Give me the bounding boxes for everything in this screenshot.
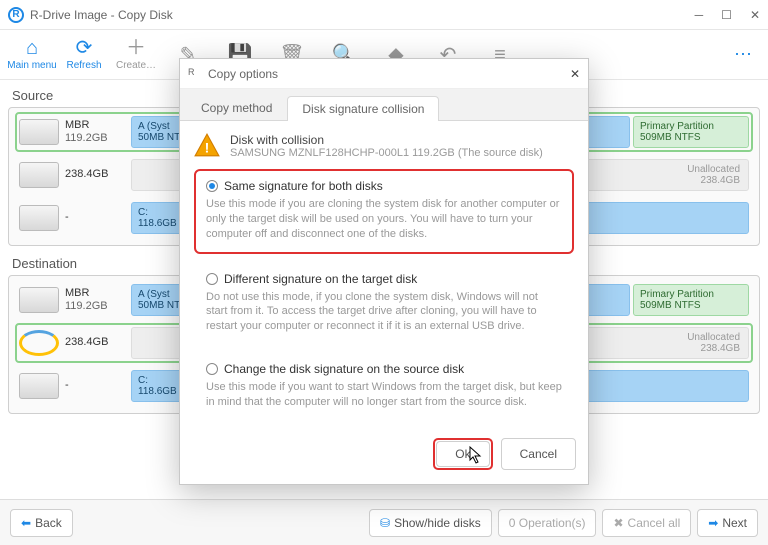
- close-icon[interactable]: ✕: [570, 67, 580, 81]
- option-same-signature[interactable]: Same signature for both disks Use this m…: [194, 169, 574, 254]
- svg-text:!: !: [205, 140, 210, 156]
- warning-subtitle: SAMSUNG MZNLF128HCHP-000L1 119.2GB (The …: [230, 147, 543, 159]
- option-title: Different signature on the target disk: [224, 272, 417, 286]
- warning-icon: !: [194, 133, 220, 157]
- ok-button[interactable]: Ok: [436, 441, 489, 467]
- tab-copy-method[interactable]: Copy method: [186, 95, 287, 120]
- option-different-signature[interactable]: Different signature on the target disk D…: [194, 262, 574, 347]
- dialog-title: Copy options: [208, 67, 278, 81]
- option-desc: Use this mode if you want to start Windo…: [206, 380, 562, 410]
- radio-icon[interactable]: [206, 363, 218, 375]
- tab-signature-collision[interactable]: Disk signature collision: [287, 96, 439, 121]
- option-change-source-signature[interactable]: Change the disk signature on the source …: [194, 352, 574, 422]
- app-icon: R: [188, 67, 202, 81]
- radio-icon[interactable]: [206, 180, 218, 192]
- dialog-tabs: Copy method Disk signature collision: [180, 89, 588, 121]
- copy-options-dialog: R Copy options ✕ Copy method Disk signat…: [179, 58, 589, 485]
- option-desc: Do not use this mode, if you clone the s…: [206, 290, 562, 335]
- option-title: Change the disk signature on the source …: [224, 362, 464, 376]
- cancel-button[interactable]: Cancel: [501, 438, 576, 470]
- modal-backdrop: R Copy options ✕ Copy method Disk signat…: [0, 0, 768, 545]
- radio-icon[interactable]: [206, 273, 218, 285]
- option-title: Same signature for both disks: [224, 179, 383, 193]
- option-desc: Use this mode if you are cloning the sys…: [206, 197, 562, 242]
- warning-title: Disk with collision: [230, 133, 543, 147]
